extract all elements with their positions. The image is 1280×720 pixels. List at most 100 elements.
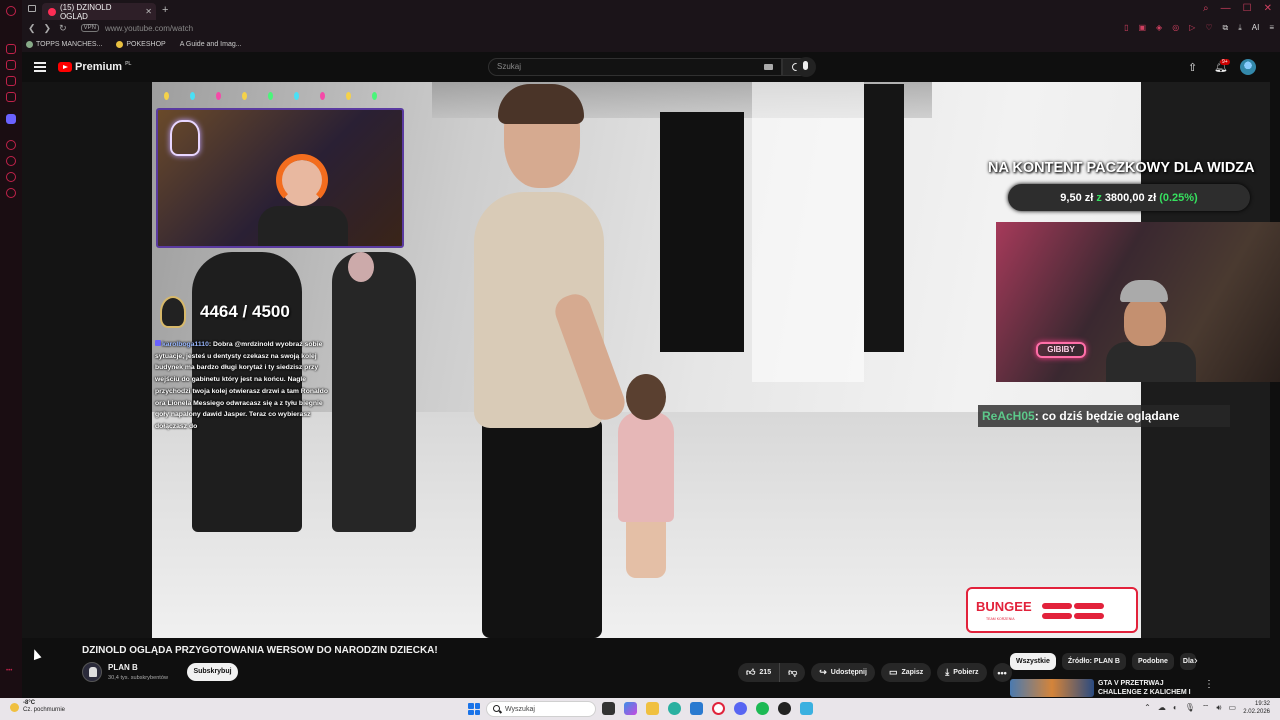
window-controls: ⌕ — ☐ ✕ bbox=[1203, 3, 1272, 14]
start-button-icon[interactable] bbox=[468, 703, 480, 715]
menu-icon[interactable]: ≡ bbox=[1269, 23, 1274, 33]
app-icon[interactable] bbox=[800, 702, 813, 715]
tray-cloud-icon[interactable]: ☁ bbox=[1158, 703, 1166, 713]
tray-mic-icon[interactable]: 🎙︎ bbox=[1185, 703, 1195, 713]
voice-search-button[interactable] bbox=[796, 57, 816, 77]
recommended-video-thumbnail[interactable] bbox=[1010, 679, 1094, 697]
dislike-button[interactable]: 👎︎ bbox=[780, 663, 806, 682]
video-scene-girl-dress bbox=[618, 412, 674, 522]
sidebar-history-icon[interactable] bbox=[6, 156, 16, 166]
like-button[interactable]: 👍︎ 215 bbox=[738, 663, 781, 682]
save-button[interactable]: ▭ Zapisz bbox=[880, 663, 932, 682]
keyboard-icon[interactable] bbox=[764, 64, 773, 70]
bookmark-pokeshop[interactable]: POKESHOP bbox=[116, 40, 166, 48]
minimize-icon[interactable]: — bbox=[1221, 3, 1231, 14]
sidebar-settings-icon[interactable] bbox=[6, 188, 16, 198]
capture-icon[interactable]: ▣ bbox=[1138, 23, 1146, 33]
sidebar-twitch-icon[interactable] bbox=[6, 114, 16, 124]
chat-message-overlay-2: ReAcH05: co dziś będzie oglądane bbox=[978, 405, 1230, 427]
taskbar-clock[interactable]: 19:32 2.02.2026 bbox=[1243, 700, 1270, 716]
sidebar-instagram-icon[interactable] bbox=[6, 92, 16, 102]
streamer-face bbox=[1124, 298, 1166, 346]
bookmark-save-icon: ▭ bbox=[888, 667, 898, 677]
file-explorer-icon[interactable] bbox=[646, 702, 659, 715]
sponsor-logo: BUNGEE bbox=[976, 599, 1032, 614]
share-button[interactable]: ↪ Udostępnij bbox=[811, 663, 875, 682]
donation-percent: (0.25%) bbox=[1159, 191, 1198, 204]
vpn-badge[interactable]: VPN bbox=[80, 24, 99, 32]
tab-close-icon[interactable]: ✕ bbox=[145, 7, 152, 16]
tray-chevron-icon[interactable]: ⌃ bbox=[1144, 703, 1151, 713]
bookmark-topps[interactable]: TOPPS MANCHES... bbox=[26, 40, 102, 48]
sidebar-clock-icon[interactable] bbox=[6, 172, 16, 182]
task-view-icon[interactable] bbox=[602, 702, 615, 715]
url-field[interactable]: www.youtube.com/watch bbox=[105, 24, 193, 33]
ai-button[interactable]: AI bbox=[1252, 23, 1260, 33]
close-window-icon[interactable]: ✕ bbox=[1264, 3, 1272, 14]
tab-youtube[interactable]: (15) DZINOLD OGLĄD ✕ bbox=[42, 3, 156, 21]
light-bulb bbox=[294, 92, 299, 100]
recommended-video-title[interactable]: GTA V PRZETRWAJ CHALLENGE Z KALICHEM I bbox=[1098, 679, 1198, 697]
video-actions: 👍︎ 215 👎︎ ↪ Udostępnij ▭ Zapisz ⤓ Pobier… bbox=[738, 663, 1012, 682]
player-icon[interactable]: ▷ bbox=[1189, 23, 1195, 33]
sidebar-more-icon[interactable]: ••• bbox=[6, 668, 16, 678]
tray-battery-icon[interactable]: ▭ bbox=[1228, 703, 1236, 713]
flow-icon[interactable]: ◎ bbox=[1172, 23, 1179, 33]
chip-source-plan-b[interactable]: Źródło: PLAN B bbox=[1061, 653, 1126, 670]
search-tabs-icon[interactable]: ⌕ bbox=[1203, 3, 1209, 14]
weather-text: -8°C Cz. pochmurnie bbox=[23, 700, 65, 714]
forward-icon[interactable]: ❯ bbox=[44, 23, 52, 34]
topps-icon bbox=[26, 40, 33, 48]
account-avatar[interactable] bbox=[1240, 59, 1256, 75]
donation-separator: z bbox=[1096, 191, 1102, 204]
bookmark-icon[interactable]: ▯ bbox=[1124, 23, 1128, 33]
tab-menu-icon[interactable] bbox=[28, 5, 36, 12]
sidebar-player-icon[interactable] bbox=[6, 140, 16, 150]
light-bulb bbox=[190, 92, 195, 100]
search-input[interactable]: Szukaj bbox=[488, 58, 782, 76]
streamer-webcam bbox=[156, 108, 404, 248]
channel-avatar[interactable] bbox=[82, 662, 102, 682]
subscribe-button[interactable]: Subskrybuj bbox=[187, 663, 238, 681]
heart-icon[interactable]: ♡ bbox=[1205, 23, 1212, 33]
donation-goal-title: NA KONTENT PACZKOWY DLA WIDZA bbox=[988, 160, 1255, 176]
reload-icon[interactable]: ↻ bbox=[59, 23, 67, 34]
opera-icon[interactable] bbox=[712, 702, 725, 715]
recommended-video-menu-icon[interactable]: ⋮ bbox=[1204, 679, 1214, 690]
shield-icon[interactable]: ◈ bbox=[1156, 23, 1162, 33]
more-actions-button[interactable]: ••• bbox=[992, 663, 1012, 682]
discord-icon[interactable] bbox=[734, 702, 747, 715]
light-bulb bbox=[346, 92, 351, 100]
tray-volume-icon[interactable]: 🔊︎ bbox=[1216, 703, 1221, 713]
spotify-icon[interactable] bbox=[756, 702, 769, 715]
copilot-icon[interactable] bbox=[624, 702, 637, 715]
taskbar-search-box[interactable]: Wyszukaj bbox=[486, 701, 596, 717]
bookmark-guide[interactable]: A Guide and Imag... bbox=[180, 41, 242, 48]
youtube-premium-logo[interactable]: Premium PL bbox=[58, 61, 131, 73]
sidebar-messenger-icon[interactable] bbox=[6, 76, 16, 86]
opera-logo-icon[interactable] bbox=[6, 6, 16, 16]
hamburger-menu-icon[interactable] bbox=[34, 62, 46, 72]
chip-similar[interactable]: Podobne bbox=[1131, 653, 1174, 670]
create-icon[interactable]: ⇧ bbox=[1188, 61, 1197, 74]
download-icon[interactable]: ⤓ bbox=[1238, 23, 1242, 33]
download-button[interactable]: ⤓ Pobierz bbox=[937, 663, 987, 682]
edge-icon[interactable] bbox=[668, 702, 681, 715]
maximize-icon[interactable]: ☐ bbox=[1243, 3, 1252, 14]
light-bulb bbox=[372, 92, 377, 100]
new-tab-button[interactable]: + bbox=[162, 4, 168, 16]
chips-next-arrow-icon[interactable]: › bbox=[1194, 655, 1198, 667]
tray-app-icon[interactable]: ◐ bbox=[1173, 703, 1178, 713]
obs-icon[interactable] bbox=[778, 702, 791, 715]
chip-all[interactable]: Wszystkie bbox=[1010, 653, 1056, 670]
like-dislike-group: 👍︎ 215 👎︎ bbox=[738, 663, 806, 682]
sidebar-heart-icon[interactable] bbox=[6, 60, 16, 70]
weather-widget[interactable]: -8°C Cz. pochmurnie bbox=[10, 700, 65, 714]
video-scene-girl-head bbox=[626, 374, 666, 420]
extensions-icon[interactable]: ⧉ bbox=[1223, 23, 1229, 33]
sidebar-bookmark-icon[interactable] bbox=[6, 44, 16, 54]
back-icon[interactable]: ❮ bbox=[28, 23, 36, 34]
tray-wifi-icon[interactable]: ⌔ bbox=[1202, 703, 1210, 713]
store-icon[interactable] bbox=[690, 702, 703, 715]
channel-name[interactable]: PLAN B bbox=[108, 663, 138, 672]
